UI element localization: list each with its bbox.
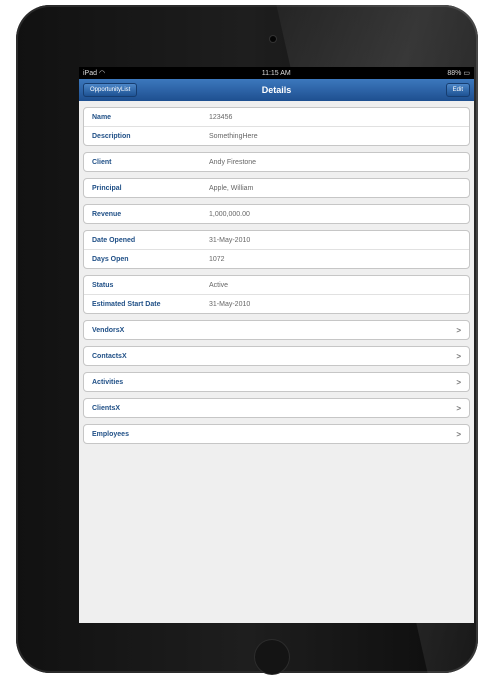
chevron-right-icon: > <box>456 325 461 335</box>
edit-button[interactable]: Edit <box>445 83 470 97</box>
date-opened-label: Date Opened <box>92 236 136 244</box>
status-label: Status <box>92 281 114 289</box>
link-vendors[interactable]: VendorsX > <box>83 320 470 340</box>
revenue-label: Revenue <box>92 210 122 218</box>
row-date-opened: Date Opened 31-May-2010 <box>84 231 469 249</box>
client-value: Andy Firestone <box>209 158 257 166</box>
status-bar: iPad ◠ 11:15 AM 88% ▭ <box>79 67 474 79</box>
group-principal: Principal Apple, William <box>83 178 470 198</box>
home-button[interactable] <box>255 640 289 674</box>
link-label: Activities <box>92 378 124 386</box>
description-label: Description <box>92 132 131 140</box>
row-estimated-start-date: Estimated Start Date 31-May-2010 <box>84 294 469 313</box>
days-open-value: 1072 <box>209 255 225 263</box>
battery-percent: 88% <box>447 70 462 77</box>
days-open-label: Days Open <box>92 255 129 263</box>
group-identity: Name 123456 Description SomethingHere <box>83 107 470 146</box>
chevron-right-icon: > <box>456 377 461 387</box>
back-button[interactable]: OpportunityList <box>83 83 138 97</box>
battery-icon: ▭ <box>463 70 470 77</box>
group-revenue: Revenue 1,000,000.00 <box>83 204 470 224</box>
link-employees[interactable]: Employees > <box>83 424 470 444</box>
row-principal: Principal Apple, William <box>84 179 469 197</box>
status-right: 88% ▭ <box>447 69 470 77</box>
date-opened-value: 31-May-2010 <box>209 236 251 244</box>
row-revenue: Revenue 1,000,000.00 <box>84 205 469 223</box>
link-contacts[interactable]: ContactsX > <box>83 346 470 366</box>
status-value: Active <box>209 281 229 289</box>
ipad-device-frame: iPad ◠ 11:15 AM 88% ▭ OpportunityList De… <box>16 5 478 674</box>
wifi-icon: ◠ <box>98 70 106 77</box>
group-client: Client Andy Firestone <box>83 152 470 172</box>
row-status: Status Active <box>84 276 469 294</box>
group-dates: Date Opened 31-May-2010 Days Open 1072 <box>83 230 470 269</box>
name-label: Name <box>92 113 112 121</box>
link-clients[interactable]: ClientsX > <box>83 398 470 418</box>
description-value: SomethingHere <box>209 132 258 140</box>
client-label: Client <box>92 158 112 166</box>
principal-label: Principal <box>92 184 122 192</box>
details-content: Name 123456 Description SomethingHere Cl… <box>79 101 474 444</box>
navigation-bar: OpportunityList Details Edit <box>79 79 474 101</box>
estimated-start-date-value: 31-May-2010 <box>209 300 251 308</box>
chevron-right-icon: > <box>456 403 461 413</box>
row-client: Client Andy Firestone <box>84 153 469 171</box>
page-title: Details <box>261 85 292 95</box>
row-name: Name 123456 <box>84 108 469 126</box>
screen: iPad ◠ 11:15 AM 88% ▭ OpportunityList De… <box>79 67 474 623</box>
status-left: iPad ◠ <box>83 69 105 77</box>
status-time: 11:15 AM <box>261 69 291 77</box>
carrier-label: iPad <box>83 70 98 77</box>
principal-value: Apple, William <box>209 184 254 192</box>
link-activities[interactable]: Activities > <box>83 372 470 392</box>
link-label: VendorsX <box>92 326 125 334</box>
camera <box>270 36 276 42</box>
link-label: ClientsX <box>92 404 121 412</box>
estimated-start-date-label: Estimated Start Date <box>92 300 161 308</box>
row-days-open: Days Open 1072 <box>84 249 469 268</box>
name-value: 123456 <box>209 113 233 121</box>
chevron-right-icon: > <box>456 351 461 361</box>
link-label: Employees <box>92 430 129 438</box>
chevron-right-icon: > <box>456 429 461 439</box>
revenue-value: 1,000,000.00 <box>209 210 250 218</box>
group-status: Status Active Estimated Start Date 31-Ma… <box>83 275 470 314</box>
link-label: ContactsX <box>92 352 127 360</box>
row-description: Description SomethingHere <box>84 126 469 145</box>
